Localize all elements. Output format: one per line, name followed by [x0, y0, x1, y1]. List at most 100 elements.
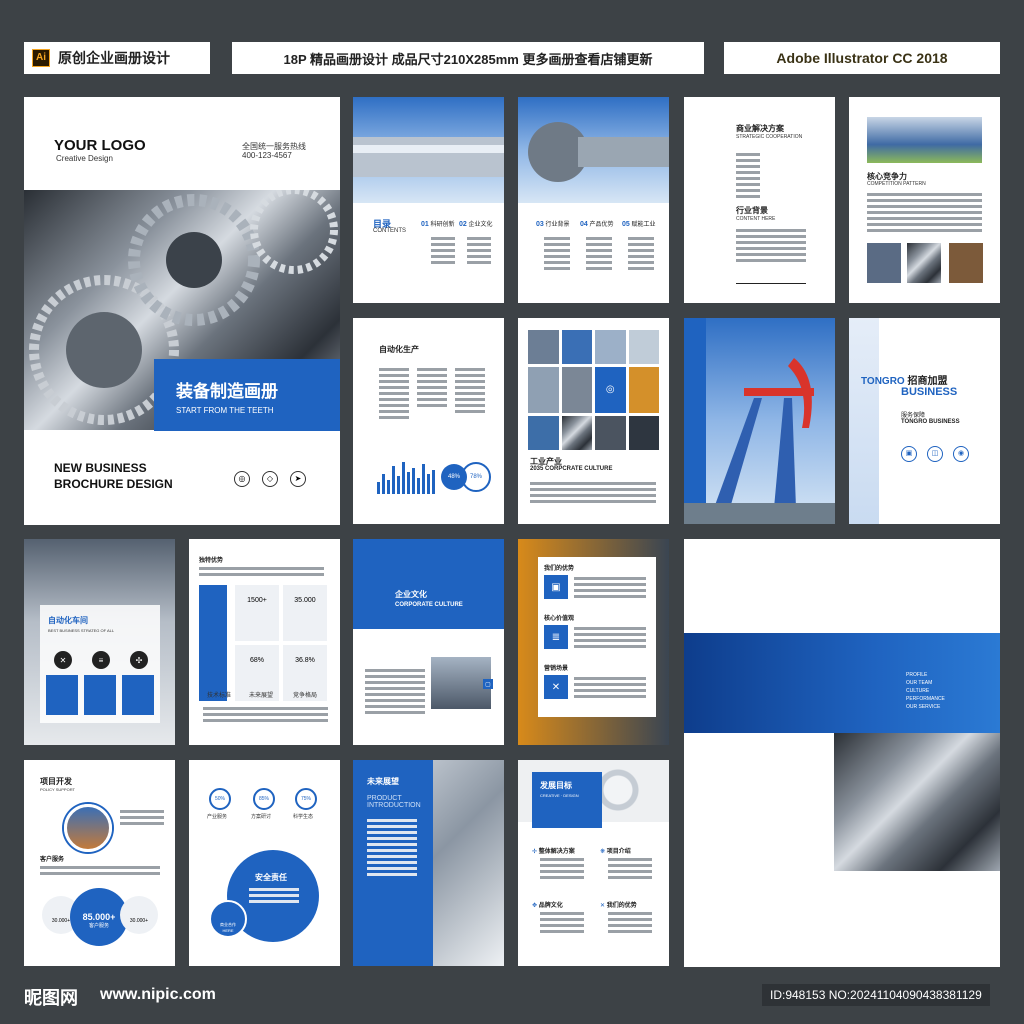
- stat-1: 1500+: [235, 585, 279, 641]
- culture-banner: 企业文化 CORPORATE CULTURE: [353, 539, 504, 629]
- footer-url[interactable]: www.nipic.com: [100, 986, 216, 1004]
- contents-left-page: 目录 CONTENTS 01 科研创新 02 企业文化: [353, 97, 504, 303]
- send-icon: ➤: [290, 471, 306, 487]
- cover-page: YOUR LOGO Creative Design 全国统一服务热线 400-1…: [24, 97, 340, 525]
- thumb-1: [867, 243, 901, 283]
- cover-logo: YOUR LOGO: [54, 137, 146, 154]
- tools-icon: ✕: [54, 651, 72, 669]
- adv-t2: 核心价值观: [544, 616, 575, 622]
- profile-blue-band: [684, 633, 1000, 733]
- culture-page: 企业文化 CORPORATE CULTURE ▢: [353, 539, 504, 745]
- x-icon: ✕: [600, 903, 606, 909]
- header-right-box: Adobe Illustrator CC 2018: [724, 42, 1000, 74]
- goal-sub: CREATIVE · DESIGN: [540, 793, 579, 798]
- ring-label-3: 科学生态: [293, 814, 314, 820]
- project-num-label: 客户服务: [88, 923, 109, 929]
- photo-grid: ◎: [528, 330, 659, 450]
- future-title: 未来展望: [367, 777, 399, 786]
- contents-right-lines2: [586, 237, 612, 273]
- cover-logo-sub: Creative Design: [56, 154, 113, 163]
- layers-icon: ≣: [544, 625, 568, 649]
- plan-icon: ▣: [901, 446, 917, 462]
- background-title: 行业背景: [736, 206, 768, 215]
- tongro-sub: TONGRO BUSINESS: [901, 419, 960, 425]
- contents-right-lines: [544, 237, 570, 273]
- contents-left-lines: [431, 237, 455, 267]
- tongro-business: BUSINESS: [901, 386, 958, 398]
- goal-item-3: ✥ 品牌文化: [532, 903, 563, 909]
- contents-item-04: 04 产品优势: [580, 221, 614, 228]
- advantage-title: 独特优势: [199, 558, 224, 564]
- future-panel: 未来展望 PRODUCT INTRODUCTION: [353, 760, 433, 966]
- contents-sub: CONTENTS: [373, 228, 406, 234]
- goal-item-4: ✕ 我们的优势: [600, 903, 637, 909]
- safety-small-circle: 商业合作 HERE: [209, 900, 247, 938]
- branch-icon: ❋: [600, 849, 606, 855]
- project-circle-photo: [64, 804, 112, 852]
- illustrator-icon: Ai: [32, 49, 50, 67]
- header-center-box: 18P 精品画册设计 成品尺寸210X285mm 更多画册查看店铺更新: [232, 42, 704, 74]
- thumb-2: [907, 243, 941, 283]
- profile-item-2: OUR TEAM: [906, 680, 933, 686]
- solution-stats: [736, 153, 760, 201]
- tongro-icons: ▣ ◫ ◉: [901, 446, 969, 462]
- chart-icon: ◫: [927, 446, 943, 462]
- footer-logo: 昵图网: [24, 988, 78, 1009]
- pumpjack-illustration: [684, 358, 835, 524]
- automation-bars: [377, 458, 441, 494]
- profile-gear-image: [834, 733, 1000, 871]
- cover-title-band: 装备制造画册 START FROM THE TEETH: [154, 359, 340, 431]
- future-sub2: INTRODUCTION: [367, 802, 421, 809]
- advantage-lines: [199, 567, 324, 579]
- header-center-title: 18P 精品画册设计 成品尺寸210X285mm 更多画册查看店铺更新: [283, 51, 653, 67]
- network-icon: ✣: [130, 651, 148, 669]
- cover-icons: ◎ ◇ ➤: [234, 471, 306, 487]
- industry-lines: [530, 482, 656, 506]
- pct-circle-2: 78%: [461, 462, 491, 492]
- competition-lines: [867, 193, 982, 235]
- pin-icon: ◎: [234, 471, 250, 487]
- ring-3: 75%: [295, 788, 317, 810]
- cover-title-en: START FROM THE TEETH: [176, 406, 274, 415]
- tongro-page: TONGRO 招商加盟 BUSINESS 服务保障 TONGRO BUSINES…: [849, 318, 1000, 524]
- safety-small-label2: HERE: [222, 928, 234, 933]
- thumb-3: [949, 243, 983, 283]
- project-lines: [120, 810, 164, 828]
- profile-item-1: PROFILE: [906, 672, 928, 678]
- oil-pump-page: [684, 318, 835, 524]
- header-right-title: Adobe Illustrator CC 2018: [776, 50, 948, 66]
- future-sub1: PRODUCT: [367, 795, 402, 802]
- valve-image: [518, 97, 669, 203]
- factory-image: [867, 117, 982, 163]
- culture-square-icon: ▢: [483, 679, 493, 689]
- header-left-box: Ai 原创企业画册设计: [24, 42, 210, 74]
- project-page: 项目开发 POLICY SUPPORT 客户服务 30.000+ 85.000+…: [24, 760, 175, 966]
- advantage-white-card: 我们的优势 ▣ 核心价值观 ≣ 营销场景 ✕: [538, 557, 656, 717]
- footer-id: ID:948153 NO:20241104090438381129: [762, 984, 990, 1006]
- tools-icon-2: ✕: [544, 675, 568, 699]
- solution-page: 商业解决方案 STRATEGIC COOPERATION 行业背景 CONTEN…: [684, 97, 835, 303]
- project-label: 客户服务: [40, 857, 65, 863]
- bulb-icon: ◇: [262, 471, 278, 487]
- header-left-title: 原创企业画册设计: [58, 50, 170, 66]
- profile-item-4: PERFORMANCE: [906, 696, 945, 702]
- culture-lines: [365, 669, 425, 717]
- background-sub: CONTENT HERE: [736, 216, 776, 222]
- goal-item-1: ✢ 整体解决方案: [532, 849, 575, 855]
- goal-page: 发展目标 CREATIVE · DESIGN ✢ 整体解决方案 ❋ 项目介绍 ✥…: [518, 760, 669, 966]
- culture-title: 企业文化: [395, 590, 427, 599]
- workshop-page: 自动化车间 BEST BUSINESS STRATEG OF ALL ✕ ≡ ✣: [24, 539, 175, 745]
- adv-label-1: 技术标准: [207, 693, 232, 699]
- automation-page: 自动化生产 48% 78%: [353, 318, 504, 524]
- tongro-blue-stripe: [849, 318, 879, 524]
- contents-item-01: 01 科研创新: [421, 221, 455, 228]
- solution-sub: STRATEGIC COOPERATION: [736, 134, 803, 140]
- ring-1: 50%: [209, 788, 231, 810]
- research-icon: ◉: [953, 446, 969, 462]
- stat-2: 35.000: [283, 585, 327, 641]
- profile-spread-page: PROFILE OUR TEAM CULTURE PERFORMANCE OUR…: [684, 539, 1000, 967]
- advantage-blue-panel: [199, 585, 227, 701]
- ring-label-2: 方案研讨: [251, 814, 272, 820]
- tongro-service: 服务保障: [901, 413, 926, 419]
- automation-col1: [379, 368, 409, 422]
